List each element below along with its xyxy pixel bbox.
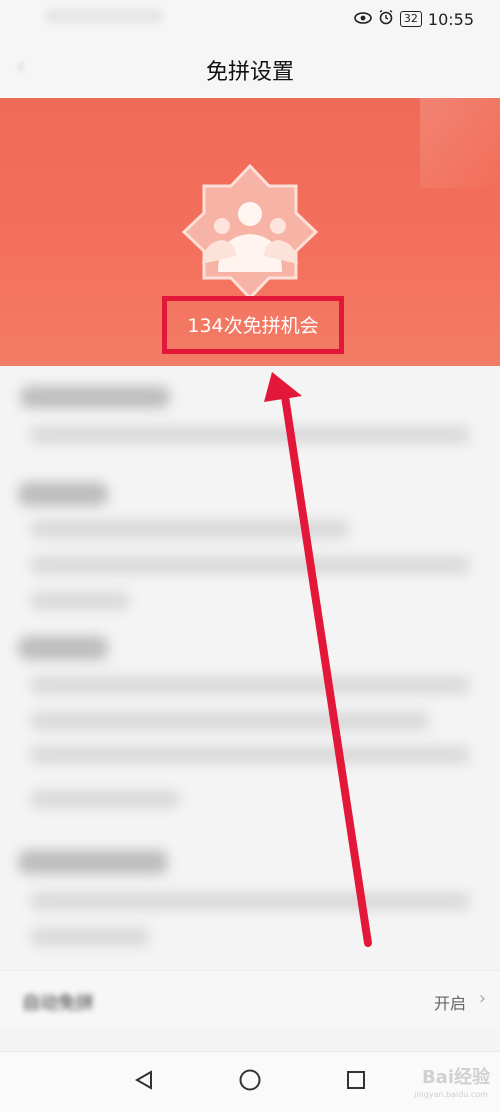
annotation-arrow	[264, 372, 372, 947]
watermark-logo: Bai经验	[421, 1067, 490, 1088]
watermark-url: jingyan.baidu.com	[414, 1090, 488, 1099]
annotation-arrowhead	[264, 372, 302, 402]
nav-back-icon[interactable]	[128, 1064, 160, 1096]
nav-home-icon[interactable]	[234, 1064, 266, 1096]
nav-recents-icon[interactable]	[340, 1064, 372, 1096]
